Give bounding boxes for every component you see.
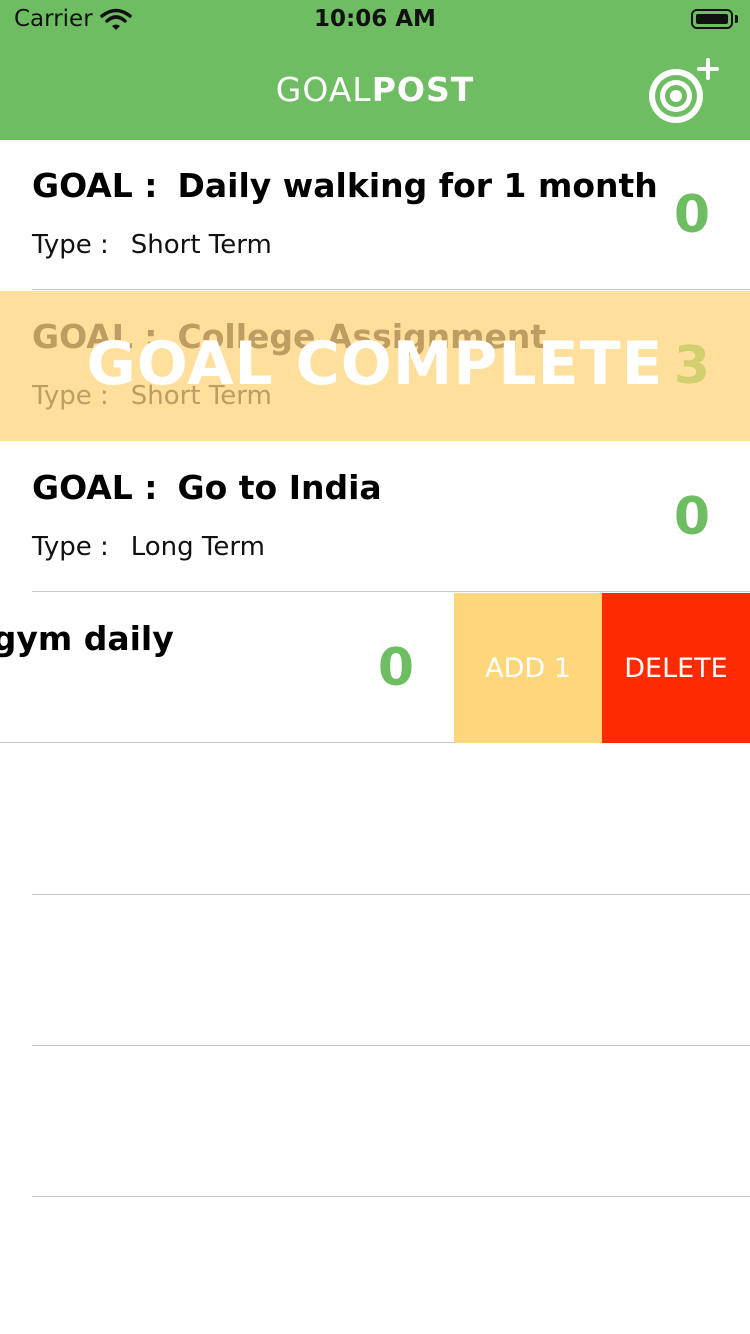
goal-complete-label: GOAL COMPLETE [86,329,664,399]
goal-row[interactable]: GOAL : Daily walking for 1 month Type : Sh… [0,140,750,290]
empty-row [0,1046,750,1197]
app-title: GOALPOST [0,70,750,109]
row-separator [32,289,750,290]
goal-progress: 0 [377,638,414,698]
add-goal-button[interactable] [646,58,722,124]
row-separator [0,742,454,743]
goal-progress: 0 [673,487,710,547]
goal-line: GOAL : Daily walking for 1 month [32,166,658,205]
goal-progress: 0 [673,185,710,245]
goal-description: Daily walking for 1 month [177,166,658,205]
row-separator [32,591,750,592]
title-bold: POST [371,70,475,109]
goal-row[interactable]: GOAL :Go to gym daily 0 [0,593,454,743]
navigation-bar: GOALPOST [0,40,750,140]
battery-tip [735,15,738,23]
battery-icon [691,9,733,29]
delete-button[interactable]: DELETE [602,593,750,743]
row-separator [32,1196,750,1197]
add-one-button[interactable]: ADD 1 [454,593,602,743]
goal-row[interactable]: GOAL : Go to India Type : Long Term 0 [0,442,750,592]
goal-description: Go to India [177,468,382,507]
goal-type: Short Term [130,230,272,260]
type-line: Type : Short Term [32,230,272,260]
empty-row [0,895,750,1046]
goal-description: Go to gym daily [0,619,174,658]
goal-line: GOAL :Go to gym daily [0,619,174,658]
goal-prefix: GOAL : [32,468,158,507]
goal-row-complete[interactable]: GOAL : College Assignment Type : Short Ter… [0,291,750,441]
status-bar: Carrier 10:06 AM [0,0,750,40]
target-plus-icon [649,58,719,123]
type-prefix: Type : [32,230,109,260]
goal-row-swiped: GOAL :Go to gym daily 0 ADD 1 DELETE [0,593,750,743]
type-line: Type : Long Term [32,532,265,562]
empty-row [0,744,750,895]
title-light: GOAL [275,70,372,109]
status-time: 10:06 AM [314,6,436,32]
goal-line: GOAL : Go to India [32,468,382,507]
goal-type: Long Term [130,532,265,562]
type-prefix: Type : [32,532,109,562]
goal-prefix: GOAL : [32,166,158,205]
